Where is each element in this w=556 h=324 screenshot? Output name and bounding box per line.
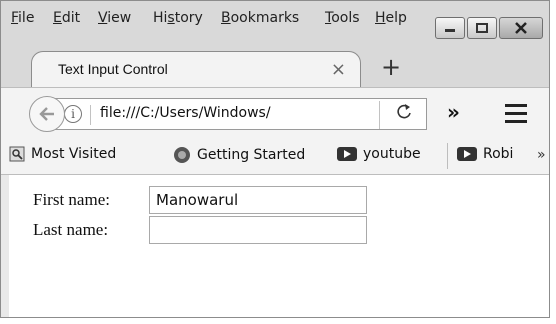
close-window-button[interactable] [499,17,543,39]
overflow-chevron-icon[interactable]: » [447,100,460,124]
most-visited-icon [9,146,25,162]
info-icon[interactable]: i [64,105,82,123]
menu-view[interactable]: View [98,10,131,26]
menu-bar: File Edit View History Bookmarks Tools H… [1,1,549,45]
bookmarks-separator [447,143,448,169]
navigation-toolbar: i file:///C:/Users/Windows/ » [1,87,549,137]
bookmarks-toolbar: Most Visited Getting Started youtube Rob… [1,137,549,175]
bookmark-youtube[interactable]: youtube [337,146,421,162]
tab-strip: Text Input Control × + [1,45,549,87]
first-name-label: First name: [33,190,110,209]
bookmark-getting-started[interactable]: Getting Started [173,146,305,164]
maximize-icon [476,23,488,33]
first-name-input[interactable]: Manowarul [149,186,367,214]
new-tab-button[interactable]: + [381,53,401,81]
menu-history[interactable]: History [153,10,203,26]
maximize-button[interactable] [467,17,497,39]
tab-text-input-control[interactable]: Text Input Control × [31,51,361,87]
bookmarks-more-icon[interactable]: » [537,147,546,163]
youtube-icon [337,147,357,161]
bookmark-label: youtube [363,146,421,162]
browser-window: File Edit View History Bookmarks Tools H… [0,0,550,318]
url-separator [90,105,91,125]
firefox-icon [174,147,190,163]
menu-help[interactable]: Help [375,10,407,26]
reload-icon[interactable] [396,103,412,126]
menu-bookmarks[interactable]: Bookmarks [221,10,299,26]
tab-title: Text Input Control [58,61,168,77]
tab-close-icon[interactable]: × [331,59,346,80]
bookmark-label: Getting Started [197,147,306,163]
window-controls [435,17,543,41]
bookmark-label: Most Visited [31,146,117,162]
page-content: First name: Manowarul Last name: [9,175,549,317]
close-icon [515,22,527,34]
menu-tools[interactable]: Tools [325,10,360,26]
hamburger-menu-icon[interactable] [505,104,527,123]
bookmark-label: Robi [483,146,514,162]
reload-separator [379,101,380,129]
youtube-icon [457,147,477,161]
last-name-input[interactable] [149,216,367,244]
url-bar[interactable]: i file:///C:/Users/Windows/ [47,98,427,130]
minimize-button[interactable] [435,17,465,39]
bookmark-most-visited[interactable]: Most Visited [9,146,116,162]
menu-file[interactable]: File [11,10,34,26]
minimize-icon [445,29,455,32]
url-text[interactable]: file:///C:/Users/Windows/ [100,105,271,121]
menu-edit[interactable]: Edit [53,10,80,26]
back-arrow-icon [39,107,54,121]
back-button[interactable] [29,96,65,132]
bookmark-robi[interactable]: Robi [457,146,513,162]
last-name-label: Last name: [33,220,109,239]
